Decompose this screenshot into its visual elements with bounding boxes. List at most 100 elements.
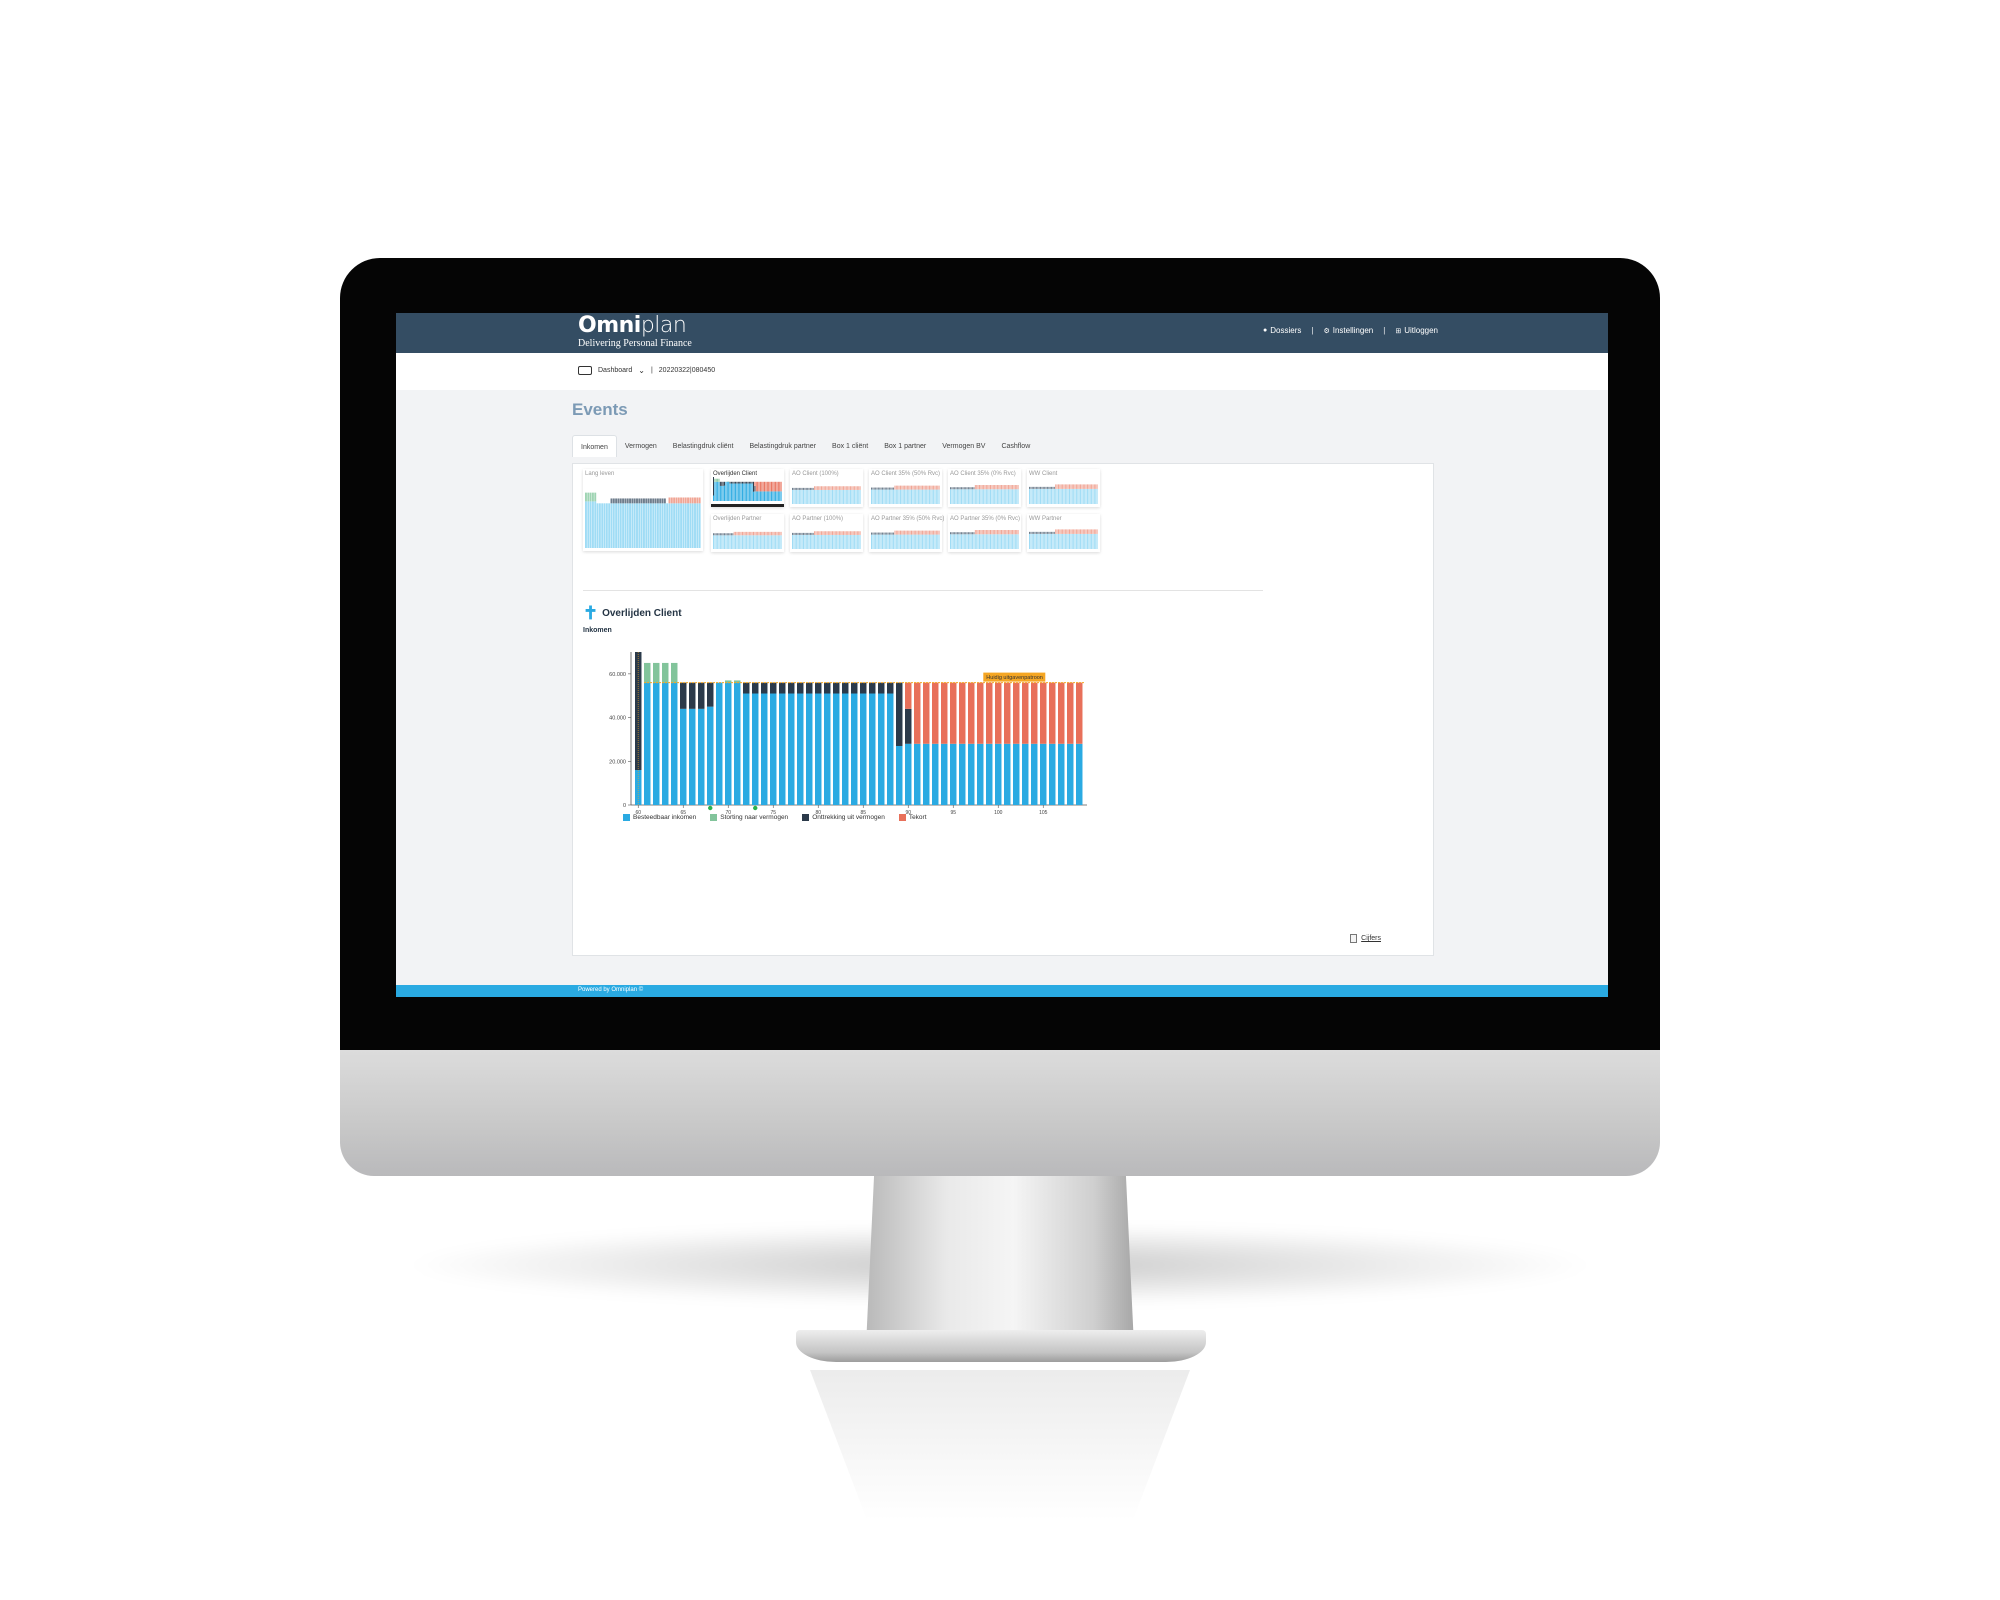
bar-onttrekking-uit-vermogen[interactable] (680, 682, 687, 709)
bar-besteedbaar-inkomen[interactable] (680, 708, 687, 805)
tab-cashflow[interactable]: Cashflow (993, 435, 1038, 457)
bar-besteedbaar-inkomen[interactable] (761, 693, 768, 805)
nav-instellingen[interactable]: ⚙ Instellingen (1323, 326, 1373, 335)
bar-onttrekking-uit-vermogen[interactable] (860, 682, 867, 694)
bar-besteedbaar-inkomen[interactable] (662, 682, 669, 805)
bar-besteedbaar-inkomen[interactable] (1031, 743, 1038, 805)
bar-besteedbaar-inkomen[interactable] (968, 743, 975, 805)
bar-tekort[interactable] (995, 682, 1002, 744)
scenario-thumb-ww-partner[interactable]: WW Partner (1027, 514, 1100, 552)
bar-onttrekking-uit-vermogen[interactable] (779, 682, 786, 694)
bar-onttrekking-uit-vermogen[interactable] (824, 682, 831, 694)
bar-besteedbaar-inkomen[interactable] (1049, 743, 1056, 805)
bar-besteedbaar-inkomen[interactable] (1013, 743, 1020, 805)
bar-besteedbaar-inkomen[interactable] (779, 693, 786, 805)
scenario-thumb-ao-partner-35-0-rvc[interactable]: AO Partner 35% (0% Rvc) (948, 514, 1021, 552)
bar-onttrekking-uit-vermogen[interactable] (833, 682, 840, 694)
bar-onttrekking-uit-vermogen[interactable] (761, 682, 768, 694)
bar-besteedbaar-inkomen[interactable] (671, 682, 678, 805)
bar-besteedbaar-inkomen[interactable] (770, 693, 777, 805)
scenario-thumb-ao-partner-100[interactable]: AO Partner (100%) (790, 514, 863, 552)
bar-besteedbaar-inkomen[interactable] (1058, 743, 1065, 805)
bar-besteedbaar-inkomen[interactable] (842, 693, 849, 805)
bar-tekort[interactable] (1022, 682, 1029, 744)
bar-besteedbaar-inkomen[interactable] (743, 693, 750, 805)
bar-besteedbaar-inkomen[interactable] (707, 706, 714, 805)
bar-besteedbaar-inkomen[interactable] (833, 693, 840, 805)
bar-tekort[interactable] (1049, 682, 1056, 744)
bar-besteedbaar-inkomen[interactable] (797, 693, 804, 805)
bar-besteedbaar-inkomen[interactable] (932, 743, 939, 805)
bar-besteedbaar-inkomen[interactable] (995, 743, 1002, 805)
bar-onttrekking-uit-vermogen[interactable] (698, 682, 705, 709)
bar-besteedbaar-inkomen[interactable] (860, 693, 867, 805)
bar-onttrekking-uit-vermogen[interactable] (896, 682, 903, 746)
legend-item[interactable]: Storting naar vermogen (710, 814, 788, 821)
bar-tekort[interactable] (950, 682, 957, 744)
bar-besteedbaar-inkomen[interactable] (986, 743, 993, 805)
bar-besteedbaar-inkomen[interactable] (653, 682, 660, 805)
bar-onttrekking-uit-vermogen[interactable] (743, 682, 750, 694)
bar-onttrekking-uit-vermogen[interactable] (752, 682, 759, 694)
tab-box-1-cli-nt[interactable]: Box 1 cliënt (824, 435, 876, 457)
bar-tekort[interactable] (905, 682, 912, 709)
scenario-thumb-ww-client[interactable]: WW Client (1027, 469, 1100, 507)
scenario-thumb-ao-client-35-0-rvc[interactable]: AO Client 35% (0% Rvc) (948, 469, 1021, 507)
bar-besteedbaar-inkomen[interactable] (905, 743, 912, 805)
bar-onttrekking-uit-vermogen[interactable] (887, 682, 894, 694)
scenario-thumb-lang-leven[interactable]: Lang leven (583, 469, 703, 551)
bar-tekort[interactable] (923, 682, 930, 744)
tab-vermogen-bv[interactable]: Vermogen BV (934, 435, 993, 457)
bar-tekort[interactable] (959, 682, 966, 744)
scenario-thumb-overlijden-client[interactable]: Overlijden Client (711, 469, 784, 507)
bar-besteedbaar-inkomen[interactable] (824, 693, 831, 805)
bar-besteedbaar-inkomen[interactable] (635, 770, 642, 805)
bar-besteedbaar-inkomen[interactable] (851, 693, 858, 805)
bar-tekort[interactable] (1013, 682, 1020, 744)
bar-onttrekking-uit-vermogen[interactable] (869, 682, 876, 694)
legend-item[interactable]: Onttrekking uit vermogen (802, 814, 885, 821)
event-marker-dot[interactable] (753, 805, 758, 811)
bar-tekort[interactable] (1067, 682, 1074, 744)
bar-besteedbaar-inkomen[interactable] (815, 693, 822, 805)
scenario-thumb-ao-client-35-50-rvc[interactable]: AO Client 35% (50% Rvc) (869, 469, 942, 507)
bar-besteedbaar-inkomen[interactable] (869, 693, 876, 805)
bar-tekort[interactable] (932, 682, 939, 744)
tab-inkomen[interactable]: Inkomen (572, 435, 617, 457)
bar-tekort[interactable] (1040, 682, 1047, 744)
bar-storting-naar-vermogen[interactable] (662, 662, 669, 683)
bar-besteedbaar-inkomen[interactable] (689, 708, 696, 805)
bar-besteedbaar-inkomen[interactable] (977, 743, 984, 805)
bar-onttrekking-uit-vermogen[interactable] (707, 682, 714, 707)
bar-besteedbaar-inkomen[interactable] (806, 693, 813, 805)
scenario-thumb-ao-partner-35-50-rvc[interactable]: AO Partner 35% (50% Rvc) (869, 514, 944, 552)
tab-belastingdruk-partner[interactable]: Belastingdruk partner (741, 435, 824, 457)
bar-besteedbaar-inkomen[interactable] (914, 743, 921, 805)
bar-besteedbaar-inkomen[interactable] (698, 708, 705, 805)
bar-tekort[interactable] (986, 682, 993, 744)
bar-besteedbaar-inkomen[interactable] (716, 682, 723, 805)
bar-tekort[interactable] (977, 682, 984, 744)
bar-onttrekking-uit-vermogen[interactable] (797, 682, 804, 694)
bar-besteedbaar-inkomen[interactable] (1022, 743, 1029, 805)
bar-besteedbaar-inkomen[interactable] (887, 693, 894, 805)
cijfers-link[interactable]: Cijfers (1350, 934, 1381, 943)
bar-tekort[interactable] (941, 682, 948, 744)
bar-storting-naar-vermogen[interactable] (644, 662, 651, 683)
bar-storting-naar-vermogen[interactable] (653, 662, 660, 683)
tab-vermogen[interactable]: Vermogen (617, 435, 665, 457)
bar-tekort[interactable] (968, 682, 975, 744)
bar-besteedbaar-inkomen[interactable] (644, 682, 651, 805)
legend-item[interactable]: Tekort (898, 814, 927, 821)
bar-onttrekking-uit-vermogen[interactable] (878, 682, 885, 694)
breadcrumb-dashboard[interactable]: Dashboard (598, 367, 632, 374)
bar-onttrekking-uit-vermogen[interactable] (770, 682, 777, 694)
bar-onttrekking-uit-vermogen[interactable] (905, 708, 912, 744)
bar-besteedbaar-inkomen[interactable] (1076, 743, 1083, 805)
omniplan-logo[interactable]: Omniplan Delivering Personal Finance (578, 314, 692, 350)
bar-tekort[interactable] (1031, 682, 1038, 744)
bar-storting-naar-vermogen[interactable] (671, 662, 678, 683)
nav-uitloggen[interactable]: ⊞ Uitloggen (1395, 326, 1438, 335)
bar-tekort[interactable] (1004, 682, 1011, 744)
bar-besteedbaar-inkomen[interactable] (896, 745, 903, 805)
